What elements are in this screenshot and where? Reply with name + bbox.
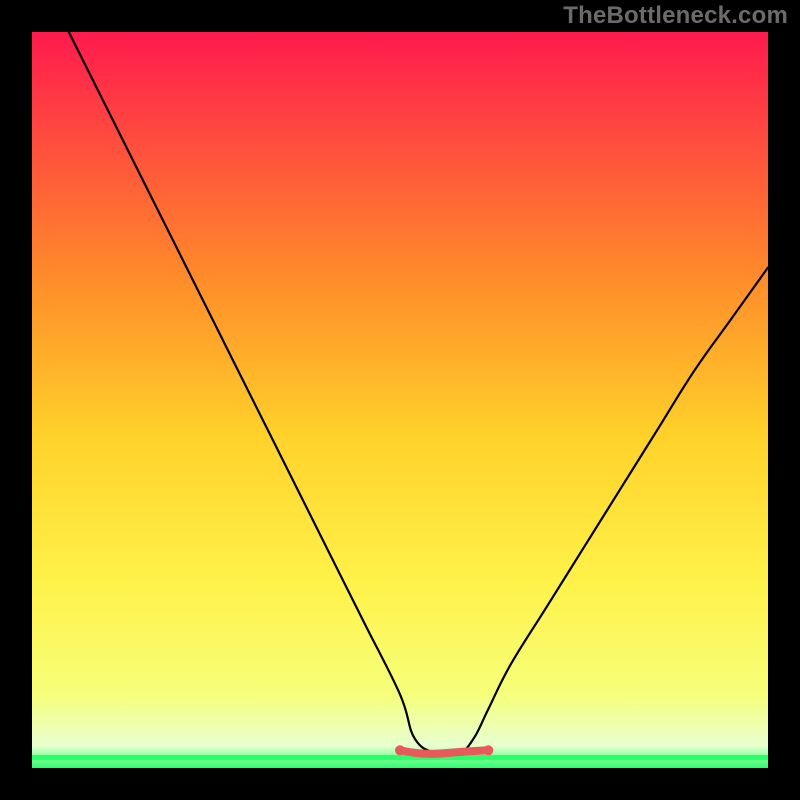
red-dot-right: [483, 745, 493, 755]
baseline-green-line: [32, 755, 768, 760]
bottleneck-chart: [0, 0, 800, 800]
flat-minimum-band: [400, 750, 488, 754]
red-dot-left: [395, 745, 405, 755]
plot-area: [32, 32, 768, 768]
